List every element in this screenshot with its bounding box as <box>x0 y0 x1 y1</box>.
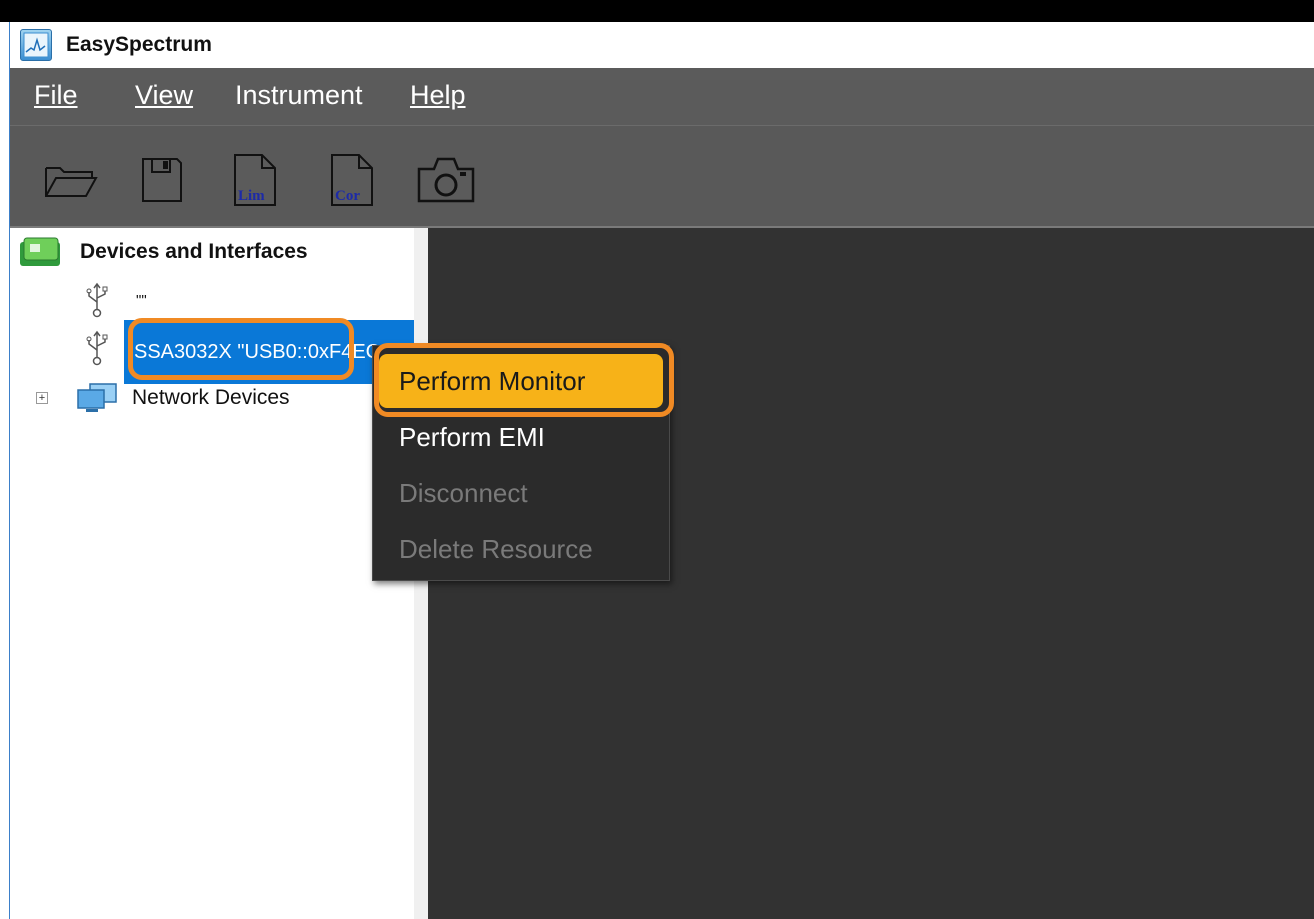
menu-delete-resource: Delete Resource <box>373 522 669 576</box>
usb-icon <box>86 282 108 318</box>
usb-icon-row <box>84 330 110 366</box>
toolbar: Lim Cor <box>10 126 1314 228</box>
camera-screenshot-icon <box>417 157 475 203</box>
usb-icon <box>86 330 108 366</box>
network-monitor-icon <box>77 383 117 412</box>
annotation-highlight-device <box>128 318 354 380</box>
correction-file-button[interactable]: Cor <box>322 150 382 210</box>
correction-icon-text: Cor <box>335 188 360 204</box>
top-black-bar <box>0 0 1314 22</box>
menu-bar: File View Instrument Help <box>10 68 1314 126</box>
menu-file-label: File <box>34 80 78 110</box>
menu-perform-emi[interactable]: Perform EMI <box>373 410 669 464</box>
expand-toggle[interactable]: + <box>36 392 48 404</box>
menu-file[interactable]: File <box>34 80 78 111</box>
tree-root-label: Devices and Interfaces <box>80 240 308 263</box>
tree-item-usb-empty[interactable]: "" <box>84 282 147 318</box>
tree-root[interactable]: Devices and Interfaces <box>18 236 308 268</box>
save-floppy-icon <box>142 158 182 202</box>
screenshot-button[interactable] <box>416 150 476 210</box>
menu-view-label: View <box>135 80 194 110</box>
easyspectrum-app-icon <box>20 29 52 61</box>
menu-instrument[interactable]: Instrument <box>235 80 363 111</box>
save-button[interactable] <box>132 150 192 210</box>
menu-disconnect: Disconnect <box>373 466 669 520</box>
menu-item-label: Perform EMI <box>399 422 545 452</box>
tree-item-network-devices[interactable]: + Network Devices <box>36 382 290 414</box>
title-bar: EasySpectrum <box>10 22 1314 68</box>
window-title: EasySpectrum <box>66 33 212 56</box>
limit-file-button[interactable]: Lim <box>225 150 285 210</box>
limit-file-icon: Lim <box>234 154 276 206</box>
menu-help-label: Help <box>410 80 466 110</box>
open-folder-icon <box>45 167 98 197</box>
tree-item-label: Network Devices <box>132 386 290 409</box>
menu-instrument-label: Instrument <box>235 80 363 110</box>
correction-file-icon: Cor <box>331 154 373 206</box>
menu-item-label: Disconnect <box>399 478 528 508</box>
menu-item-label: Delete Resource <box>399 534 593 564</box>
tree-item-label: "" <box>136 291 147 309</box>
devices-interfaces-icon <box>20 237 60 266</box>
annotation-highlight-menu <box>374 343 674 417</box>
open-button[interactable] <box>40 150 100 210</box>
menu-help[interactable]: Help <box>410 80 466 111</box>
limit-icon-text: Lim <box>238 188 265 204</box>
menu-view[interactable]: View <box>135 80 193 111</box>
